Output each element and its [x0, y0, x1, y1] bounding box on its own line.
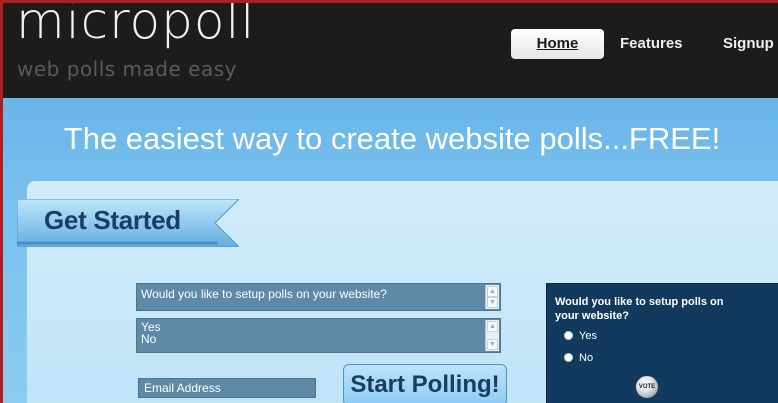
- option-label: Yes: [579, 330, 597, 342]
- scroll-up-icon[interactable]: ▲: [487, 321, 498, 332]
- radio-icon[interactable]: [564, 353, 573, 362]
- hero-headline: The easiest way to create website polls.…: [63, 121, 721, 156]
- vote-button[interactable]: VOTE: [635, 375, 659, 399]
- question-scrollbar[interactable]: ▲ ▼: [485, 285, 499, 309]
- site-header: micropoll web polls made easy Home Featu…: [3, 3, 778, 98]
- logo[interactable]: micropoll: [16, 3, 255, 51]
- page-frame: micropoll web polls made easy Home Featu…: [0, 0, 778, 403]
- radio-icon[interactable]: [564, 331, 573, 340]
- answer-line: Yes: [141, 320, 161, 334]
- option-label: No: [579, 352, 594, 364]
- nav-signup-link[interactable]: Signup: [723, 29, 774, 59]
- poll-question-input[interactable]: Would you like to setup polls on your we…: [136, 283, 501, 311]
- get-started-label: Get Started: [44, 205, 181, 235]
- logo-tagline: web polls made easy: [17, 57, 237, 81]
- email-field[interactable]: Email Address: [138, 378, 316, 398]
- scroll-down-icon[interactable]: ▼: [487, 339, 498, 350]
- nav-home-link[interactable]: Home: [511, 29, 604, 59]
- answer-line: No: [141, 332, 157, 346]
- preview-option-yes[interactable]: Yes: [564, 329, 597, 343]
- poll-preview-widget: Would you like to setup polls on your we…: [546, 283, 778, 403]
- get-started-ribbon: Get Started: [17, 199, 239, 247]
- nav-features-link[interactable]: Features: [620, 29, 683, 59]
- poll-answers-input[interactable]: Yes No ▲ ▼: [136, 318, 501, 353]
- answers-scrollbar[interactable]: ▲ ▼: [485, 320, 499, 351]
- poll-question-value: Would you like to setup polls on your we…: [141, 287, 387, 301]
- preview-option-no[interactable]: No: [564, 351, 593, 365]
- scroll-up-icon[interactable]: ▲: [487, 286, 498, 297]
- preview-question: Would you like to setup polls on your we…: [555, 296, 724, 322]
- scroll-down-icon[interactable]: ▼: [487, 297, 498, 308]
- start-polling-button[interactable]: Start Polling!: [343, 364, 507, 403]
